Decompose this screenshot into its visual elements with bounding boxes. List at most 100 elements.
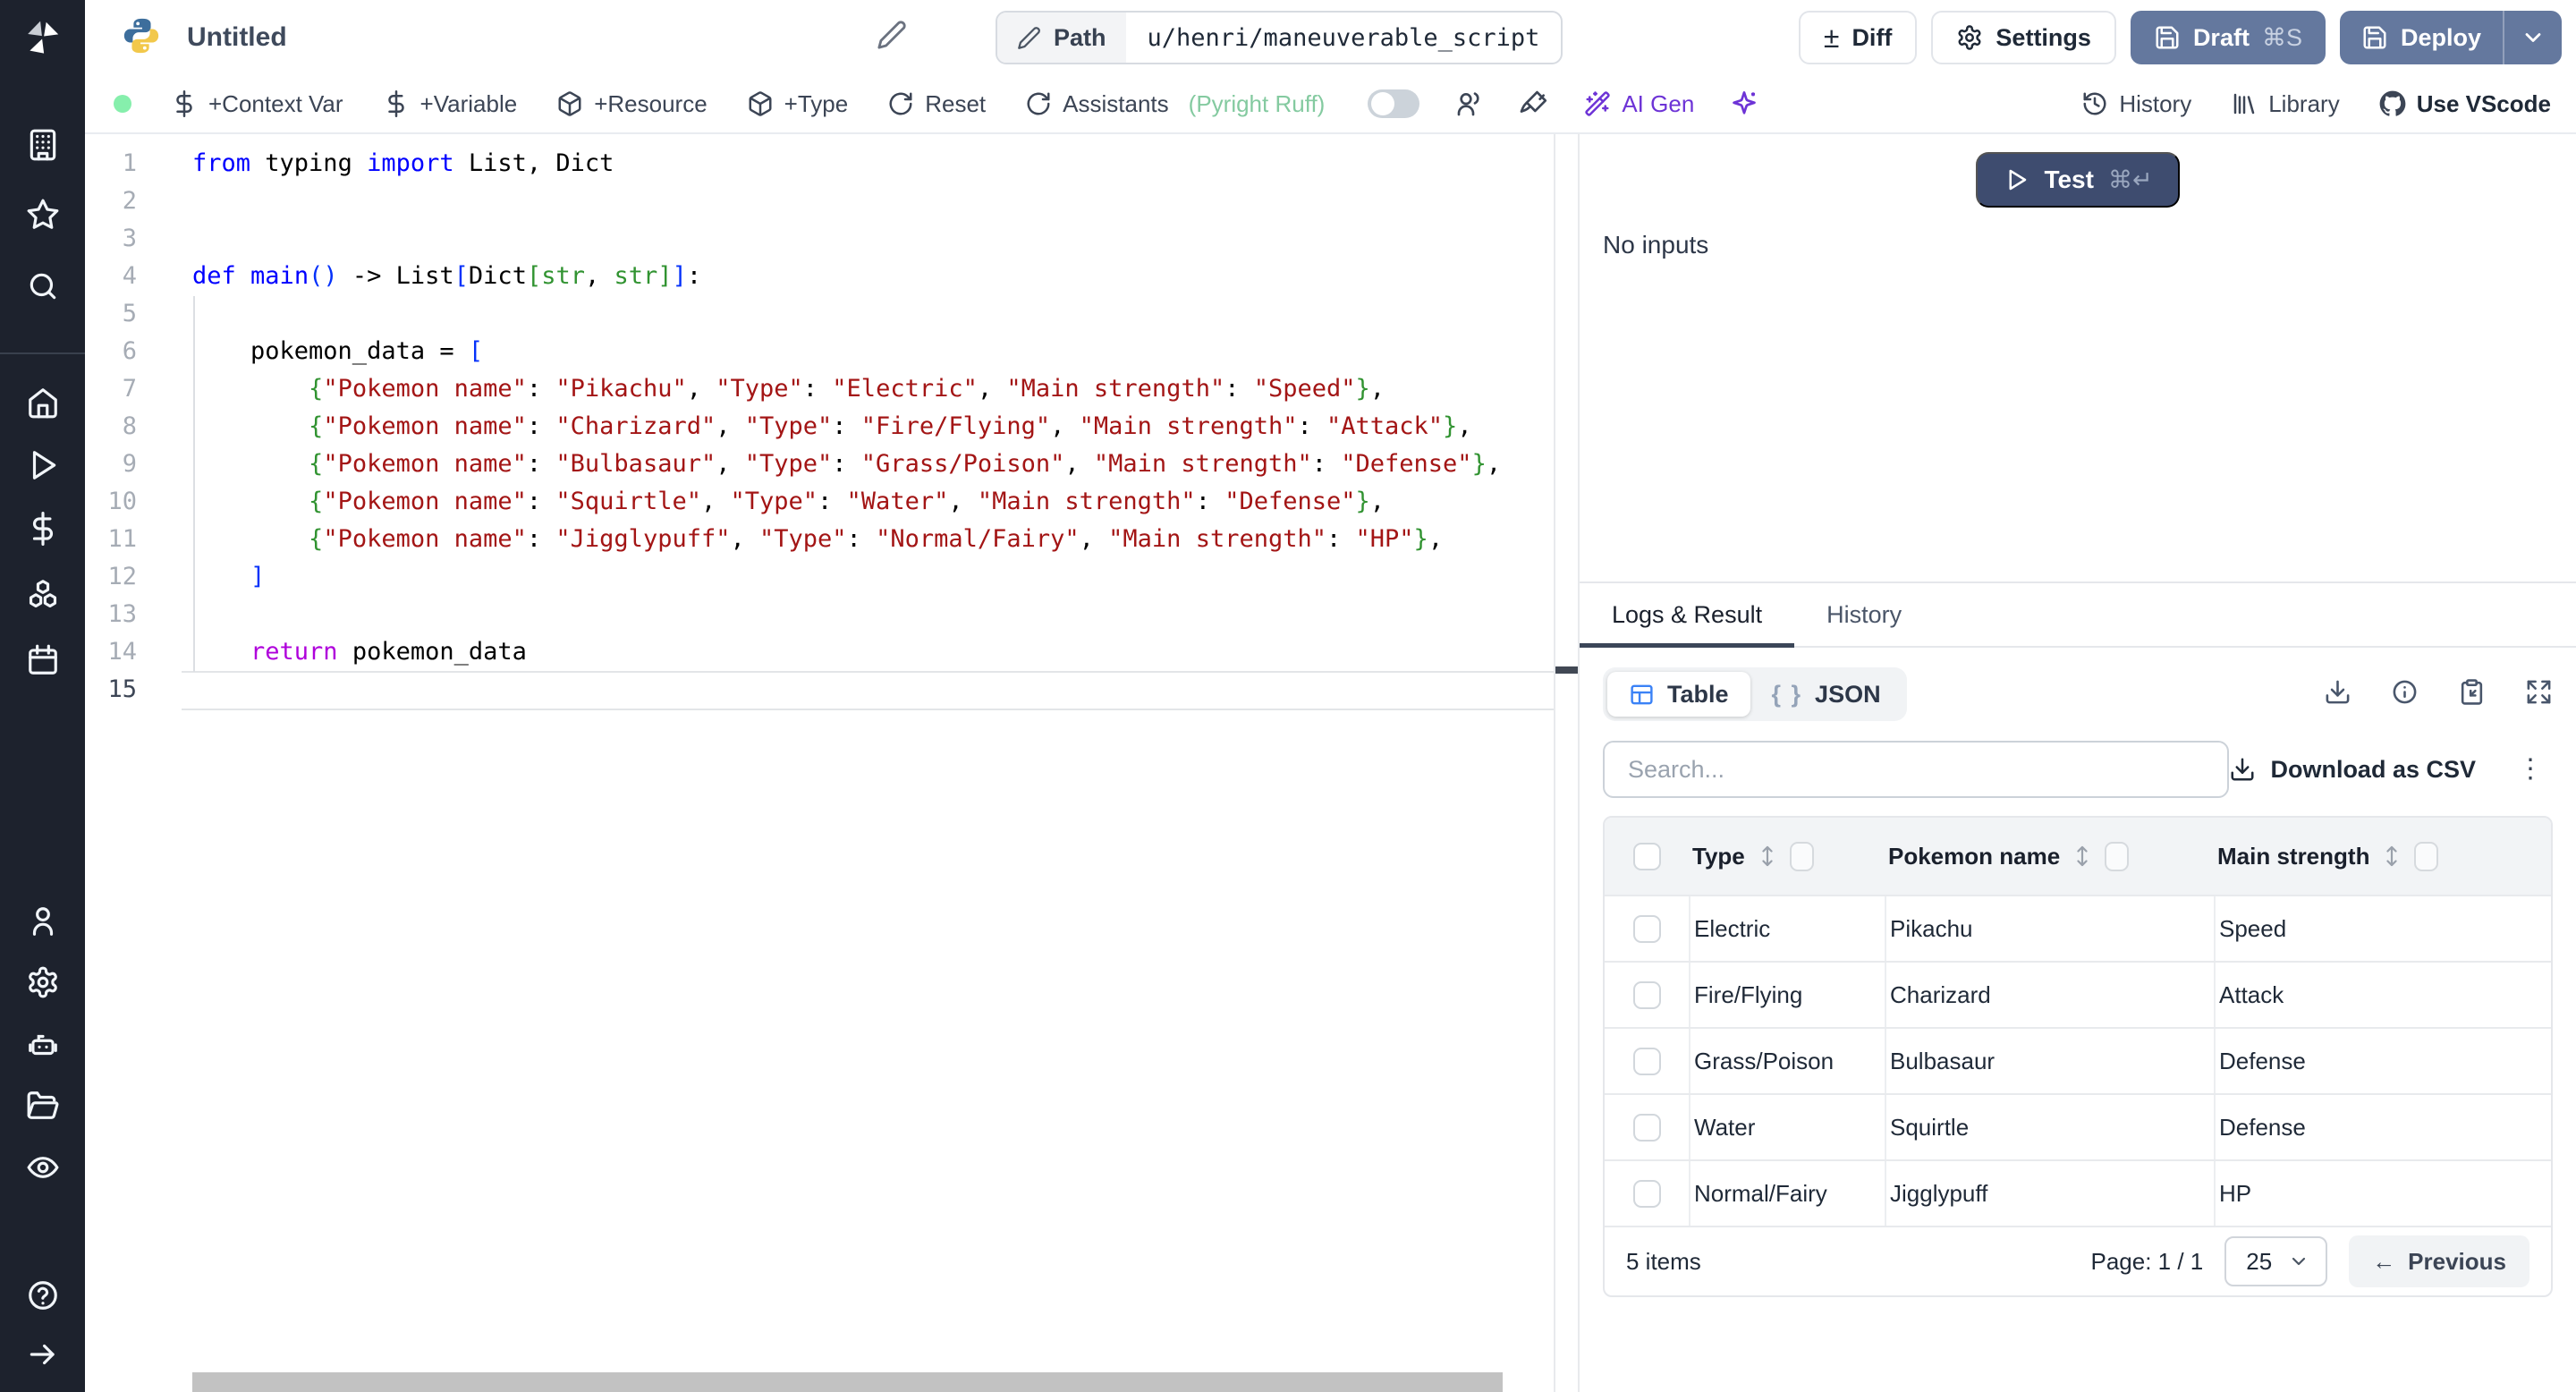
draft-button[interactable]: Draft ⌘S	[2130, 11, 2326, 64]
code-line[interactable]: 14 return pokemon_data	[85, 633, 1554, 671]
page-indicator: Page: 1 / 1	[2090, 1247, 2204, 1275]
settings-gear-icon[interactable]	[0, 963, 85, 1002]
page-size-select[interactable]: 25	[2224, 1236, 2328, 1286]
deploy-button[interactable]: Deploy	[2340, 11, 2503, 64]
code-editor[interactable]: 1 from typing import List, Dict 2 3 4 def mai…	[85, 134, 1554, 1392]
inputs-section: Test ⌘↵ No inputs	[1580, 134, 2576, 581]
search-icon[interactable]	[0, 267, 85, 306]
splitter-handle[interactable]	[1555, 666, 1578, 674]
code-line[interactable]: 1 from typing import List, Dict	[85, 145, 1554, 182]
tab-history[interactable]: History	[1794, 583, 1934, 646]
table-cell: Grass/Poison	[1689, 1029, 1885, 1093]
path-value[interactable]: u/henri/maneuverable_script	[1126, 13, 1562, 63]
table-cell: Speed	[2214, 896, 2551, 961]
history-clock-icon	[2083, 92, 2106, 115]
logs-result-section: Logs & Result History Table { } JSON Sea…	[1580, 581, 2576, 1392]
users-icon[interactable]	[1455, 89, 1484, 118]
deploy-more-caret[interactable]	[2503, 11, 2562, 64]
info-icon[interactable]	[2391, 678, 2419, 710]
copy-clipboard-icon[interactable]	[2458, 678, 2486, 710]
items-count: 5 items	[1626, 1247, 1701, 1275]
edit-summary-pencil-icon[interactable]	[877, 20, 907, 55]
code-line[interactable]: 5	[85, 295, 1554, 333]
horizontal-scrollbar[interactable]	[192, 1372, 1503, 1392]
add-variable-button[interactable]: +Variable	[383, 90, 517, 118]
sort-icon[interactable]	[2072, 844, 2092, 869]
code-line[interactable]: 9 {"Pokemon name": "Bulbasaur", "Type": …	[85, 446, 1554, 483]
row-checkbox[interactable]	[1632, 980, 1661, 1009]
workspace-icon[interactable]	[0, 125, 85, 165]
code-line[interactable]: 12 ]	[85, 558, 1554, 596]
code-line[interactable]: 6 pokemon_data = [	[85, 333, 1554, 370]
diff-button[interactable]: ± Diff	[1798, 11, 1918, 64]
add-context-var-button[interactable]: +Context Var	[171, 90, 343, 118]
download-result-icon[interactable]	[2324, 678, 2351, 710]
search-input[interactable]	[1603, 741, 2229, 798]
multiplayer-toggle[interactable]	[1368, 89, 1420, 118]
runs-play-icon[interactable]	[0, 446, 85, 485]
audit-eye-icon[interactable]	[0, 1148, 85, 1187]
variables-dollar-icon[interactable]	[0, 509, 85, 548]
sparkles-icon[interactable]	[1730, 89, 1758, 118]
code-line[interactable]: 4 def main() -> List[Dict[str, str]]:	[85, 258, 1554, 295]
sort-icon[interactable]	[1758, 844, 1777, 869]
sidebar-divider	[0, 352, 85, 354]
add-resource-button[interactable]: +Resource	[556, 90, 708, 118]
favorites-star-icon[interactable]	[0, 195, 85, 234]
arrow-left-icon: ←	[2372, 1247, 2396, 1275]
code-line[interactable]: 11 {"Pokemon name": "Jigglypuff", "Type"…	[85, 521, 1554, 558]
ai-gen-button[interactable]: AI Gen	[1584, 90, 1694, 118]
expand-icon[interactable]	[2525, 678, 2553, 710]
code-line[interactable]: 2	[85, 182, 1554, 220]
row-checkbox[interactable]	[1632, 914, 1661, 943]
history-button[interactable]: History	[2081, 90, 2191, 118]
format-brush-icon[interactable]	[1520, 89, 1548, 118]
sort-icon[interactable]	[2382, 844, 2402, 869]
package-icon	[558, 91, 581, 116]
table-menu-kebab[interactable]: ⋮	[2517, 756, 2544, 783]
connection-status-dot	[114, 95, 131, 113]
download-csv-button[interactable]: Download as CSV	[2229, 756, 2476, 784]
code-line[interactable]: 8 {"Pokemon name": "Charizard", "Type": …	[85, 408, 1554, 446]
expand-sidebar-arrow-icon[interactable]	[0, 1335, 85, 1374]
test-button[interactable]: Test ⌘↵	[1976, 152, 2180, 208]
code-line[interactable]: 10 {"Pokemon name": "Squirtle", "Type": …	[85, 483, 1554, 521]
windmill-logo[interactable]	[0, 0, 85, 75]
previous-page-button[interactable]: ← Previous	[2349, 1235, 2529, 1287]
row-checkbox[interactable]	[1632, 1113, 1661, 1142]
pane-splitter[interactable]	[1554, 134, 1580, 1392]
column-filter-box[interactable]	[1789, 841, 1814, 871]
schedules-calendar-icon[interactable]	[0, 641, 85, 680]
home-icon[interactable]	[0, 383, 85, 422]
code-line[interactable]: 3	[85, 220, 1554, 258]
help-icon[interactable]	[0, 1276, 85, 1315]
tab-logs-result[interactable]: Logs & Result	[1580, 583, 1795, 648]
settings-button[interactable]: Settings	[1931, 11, 2116, 64]
workers-robot-icon[interactable]	[0, 1025, 85, 1065]
reset-button[interactable]: Reset	[887, 90, 986, 118]
path-field[interactable]: Path u/henri/maneuverable_script	[996, 11, 1563, 64]
row-checkbox[interactable]	[1632, 1179, 1661, 1208]
column-pokemon-name: Pokemon name	[1888, 842, 2061, 870]
use-vscode-button[interactable]: Use VScode	[2379, 90, 2551, 118]
code-text: from typing import List, Dict	[192, 149, 614, 177]
code-line[interactable]: 13	[85, 596, 1554, 633]
folders-icon[interactable]	[0, 1086, 85, 1125]
add-type-button[interactable]: +Type	[747, 90, 848, 118]
gear-icon	[1958, 25, 1981, 50]
column-filter-box[interactable]	[2414, 841, 2439, 871]
select-all-checkbox[interactable]	[1632, 842, 1661, 870]
code-line[interactable]: 15	[85, 671, 1554, 709]
resources-boxes-icon[interactable]	[0, 574, 85, 614]
view-table-option[interactable]: Table	[1607, 672, 1750, 717]
braces-icon: { }	[1771, 680, 1803, 708]
row-checkbox[interactable]	[1632, 1047, 1661, 1075]
assistants-button[interactable]: Assistants (Pyright Ruff)	[1025, 90, 1325, 118]
view-json-option[interactable]: { } JSON	[1750, 672, 1902, 717]
code-line[interactable]: 7 {"Pokemon name": "Pikachu", "Type": "E…	[85, 370, 1554, 408]
column-filter-box[interactable]	[2105, 841, 2130, 871]
library-button[interactable]: Library	[2231, 90, 2340, 118]
table-cell: Defense	[2214, 1029, 2551, 1093]
user-icon[interactable]	[0, 902, 85, 941]
